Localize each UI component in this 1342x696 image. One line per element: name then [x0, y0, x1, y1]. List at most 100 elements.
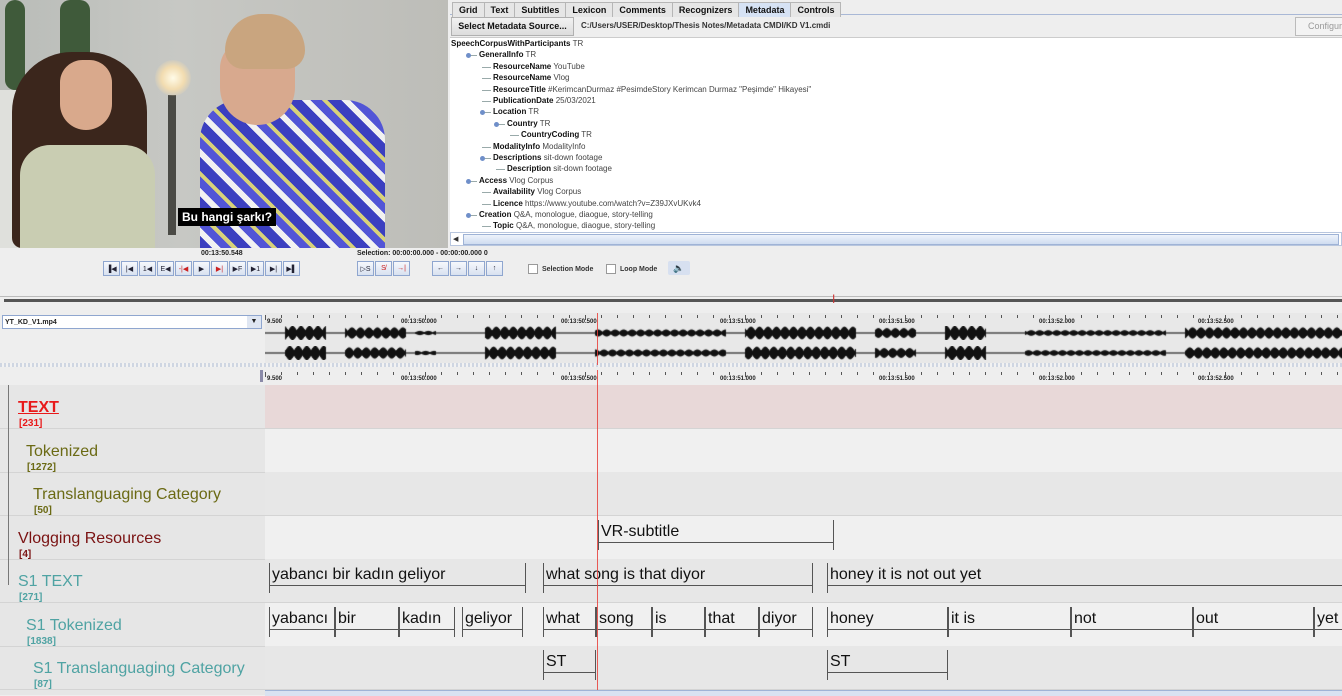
annotation-token[interactable]: diyor [759, 606, 813, 642]
ruler-tick [1273, 372, 1274, 375]
loop-mode-checkbox[interactable]: Loop Mode [606, 264, 657, 274]
ruler-tick [793, 315, 794, 318]
annotation-s1-text[interactable]: honey it is not out yet [827, 563, 1342, 598]
play-button[interactable]: ▶ [193, 261, 210, 276]
next-frame-button[interactable]: ▶| [265, 261, 282, 276]
metadata-node[interactable]: Descriptions sit-down footage [479, 153, 602, 162]
metadata-node[interactable]: ResourceName YouTube [479, 62, 585, 71]
tier-lane[interactable] [265, 428, 1342, 472]
configure-button[interactable]: Configure [1295, 17, 1342, 36]
ruler-tick [505, 315, 506, 318]
playhead-crosshair[interactable] [597, 313, 598, 365]
metadata-node[interactable]: Licence https://www.youtube.com/watch?v=… [479, 199, 701, 208]
metadata-node[interactable]: Location TR [479, 107, 539, 116]
ruler-tick [1289, 372, 1290, 375]
expand-toggle-icon[interactable] [466, 213, 471, 218]
previous-second-button[interactable]: 1◀ [139, 261, 156, 276]
next-boundary-button[interactable]: ▶| [211, 261, 228, 276]
ruler-tick [745, 315, 746, 320]
select-metadata-source-button[interactable]: Select Metadata Source... [451, 17, 574, 36]
previous-frame-button[interactable]: |◀ [121, 261, 138, 276]
media-file-value: YT_KD_V1.mp4 [5, 319, 57, 326]
annotation-token[interactable]: it is [948, 606, 1071, 642]
loop-mode-label: Loop Mode [620, 265, 658, 273]
annotation-token[interactable]: kadın [399, 606, 455, 642]
tier-lane[interactable] [265, 385, 1342, 428]
ruler-tick [1177, 372, 1178, 375]
annotation-category[interactable]: ST [827, 650, 948, 685]
expand-toggle-icon[interactable] [480, 156, 485, 161]
ruler-tick [1273, 315, 1274, 318]
metadata-node[interactable]: Availability Vlog Corpus [479, 187, 581, 196]
left-button[interactable]: ← [432, 261, 449, 276]
metadata-node[interactable]: ResourceTitle #KerimcanDurmaz #PesimdeSt… [479, 85, 811, 94]
annotation-token[interactable]: is [652, 606, 705, 642]
down-button[interactable]: ↓ [468, 261, 485, 276]
metadata-node[interactable]: CountryCoding TR [507, 130, 592, 139]
metadata-node[interactable]: ResourceName Vlog [479, 73, 570, 82]
go-to-end-button[interactable]: ▶▌ [283, 261, 300, 276]
annotation-category[interactable]: ST [543, 650, 596, 685]
annotation-token[interactable]: song [596, 606, 652, 642]
go-to-begin-button[interactable]: ▐◀ [103, 261, 120, 276]
scroll-left-icon[interactable]: ◀ [453, 235, 458, 243]
previous-boundary-button[interactable]: -|◀ [175, 261, 192, 276]
media-file-select[interactable]: YT_KD_V1.mp4 ▼ [2, 315, 262, 329]
expand-toggle-icon[interactable] [466, 53, 471, 59]
checkbox-box[interactable] [606, 264, 616, 274]
tier-lane[interactable] [265, 472, 1342, 515]
annotation-token[interactable]: geliyor [462, 606, 523, 642]
next-pixel-button[interactable]: ▶F [229, 261, 246, 276]
metadata-node[interactable]: PublicationDate 25/03/2021 [479, 96, 596, 105]
toggle-boundary-button[interactable]: →| [393, 261, 410, 276]
metadata-node[interactable]: Country TR [493, 119, 550, 128]
ruler-tick [473, 315, 474, 318]
annotation-token[interactable]: what [543, 606, 596, 642]
metadata-node[interactable]: Topic Q&A, monologue, diaogue, story-tel… [479, 221, 655, 230]
metadata-key: Availability [493, 187, 535, 197]
volume-icon[interactable]: 🔈 [668, 261, 690, 275]
ruler-tick [521, 315, 522, 318]
expand-toggle-icon[interactable] [480, 110, 485, 116]
annotation-s1-text[interactable]: what song is that diyor [543, 563, 813, 598]
checkbox-box[interactable] [528, 264, 538, 274]
scrollbar-thumb[interactable] [463, 234, 1339, 245]
up-button[interactable]: ↑ [486, 261, 503, 276]
metadata-horizontal-scrollbar[interactable]: ◀ [450, 232, 1342, 246]
chevron-down-icon[interactable]: ▼ [247, 316, 261, 328]
ruler-tick [553, 372, 554, 375]
play-selection-button[interactable]: ▷S [357, 261, 374, 276]
ruler-tick [425, 315, 426, 320]
metadata-node[interactable]: GeneralInfo TR [465, 50, 536, 59]
ruler-tick [745, 372, 746, 377]
annotation-token[interactable]: yet [1314, 606, 1342, 642]
right-button[interactable]: → [450, 261, 467, 276]
expand-toggle-icon[interactable] [466, 178, 471, 184]
timeline-overview[interactable] [0, 296, 1342, 305]
annotation-token[interactable]: out [1193, 606, 1314, 642]
selection-mode-checkbox[interactable]: Selection Mode [528, 264, 593, 274]
metadata-node[interactable]: Access Vlog Corpus [465, 176, 553, 185]
previous-pixel-button[interactable]: E◀ [157, 261, 174, 276]
annotation-s1-text[interactable]: yabancı bir kadın geliyor [269, 563, 526, 598]
annotation-token[interactable]: yabancı [269, 606, 335, 642]
metadata-node[interactable]: Description sit-down footage [493, 164, 612, 173]
timeline-horizontal-scrollbar[interactable] [265, 690, 1342, 696]
annotation-token[interactable]: not [1071, 606, 1193, 642]
annotation-token[interactable]: bir [335, 606, 399, 642]
annotation-token[interactable]: that [705, 606, 759, 642]
annotation-token[interactable]: honey [827, 606, 948, 642]
expand-toggle-icon[interactable] [494, 121, 499, 127]
next-second-button[interactable]: ▶1 [247, 261, 264, 276]
ruler-tick [329, 315, 330, 318]
metadata-node[interactable]: Creation Q&A, monologue, diaogue, story-… [465, 210, 653, 219]
annotation-vr[interactable]: VR-subtitle [598, 519, 834, 555]
playhead-crosshair[interactable] [597, 370, 598, 695]
ruler-tick [713, 315, 714, 318]
tier-lane[interactable] [265, 646, 1342, 689]
clear-selection-button[interactable]: S̸ [375, 261, 392, 276]
panel-splitter[interactable] [0, 363, 1342, 367]
video-viewer[interactable]: Bu hangi şarkı? [0, 0, 448, 248]
metadata-node[interactable]: SpeechCorpusWithParticipants TR [451, 39, 583, 48]
metadata-node[interactable]: ModalityInfo ModalityInfo [479, 142, 585, 151]
